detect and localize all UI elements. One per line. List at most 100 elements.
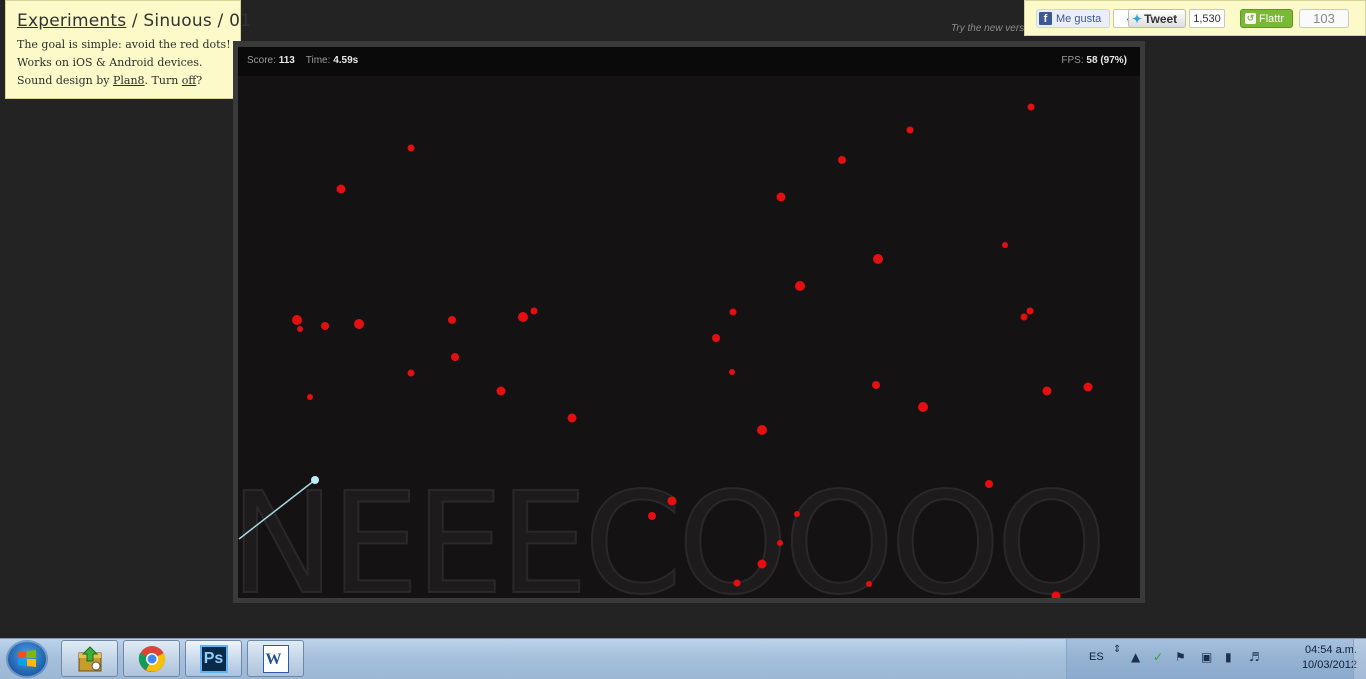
clock-time: 04:54 a.m. <box>1305 644 1357 656</box>
language-indicator[interactable]: ES <box>1089 651 1104 663</box>
clock-date: 10/03/2012 <box>1301 659 1357 671</box>
game-canvas[interactable]: NEEECOOOO Score: 113 Time: 4.59s FPS: 58… <box>238 47 1140 598</box>
facebook-like-button[interactable]: f Me gusta <box>1036 9 1110 28</box>
language-bar-icon[interactable]: ⇕ <box>1113 644 1121 655</box>
red-dot <box>873 254 883 264</box>
taskbar-chrome[interactable] <box>123 640 180 677</box>
goal-text: The goal is simple: avoid the red dots! <box>17 38 231 51</box>
system-tray: ES ⇕ ▲ ✓ ⚑ ▣ ▮ ♬ 04:54 a.m. 10/03/2012 <box>1066 639 1366 679</box>
tweet-label: Tweet <box>1144 11 1178 26</box>
score-label: Score: <box>247 55 276 66</box>
facebook-icon: f <box>1039 12 1052 25</box>
flattr-count: 103 <box>1299 9 1349 28</box>
clock[interactable]: 04:54 a.m. 10/03/2012 <box>1267 643 1357 673</box>
battery-icon[interactable]: ▮ <box>1225 650 1232 664</box>
devices-text: Works on iOS & Android devices. <box>17 56 203 69</box>
chrome-icon <box>138 645 165 672</box>
red-dot <box>451 353 459 361</box>
network-app-icon[interactable]: ✓ <box>1153 650 1163 664</box>
red-dot <box>1026 307 1034 315</box>
red-dot <box>321 322 329 330</box>
fps-value: 58 (97%) <box>1086 55 1127 66</box>
word-icon: W <box>262 644 289 673</box>
time-label: Time: <box>305 55 331 66</box>
social-bar: f Me gusta 40 ✦ Tweet 1,530 ↺ Flattr 103 <box>1024 0 1366 36</box>
player-dot[interactable] <box>311 476 319 484</box>
score-time-display: Score: 113 Time: 4.59s <box>247 55 358 66</box>
red-dot <box>1002 242 1008 248</box>
red-dot <box>729 369 735 375</box>
photoshop-icon: Ps <box>199 644 228 673</box>
time-value: 4.59s <box>333 55 359 66</box>
red-dot <box>733 579 741 587</box>
word-icon-letter: W <box>265 650 282 668</box>
red-dot <box>794 511 800 517</box>
red-dot <box>518 312 528 322</box>
start-button[interactable] <box>6 640 48 678</box>
red-dot <box>297 326 303 332</box>
tweet-count: 1,530 <box>1189 9 1225 28</box>
sound-credit-prefix: Sound design by <box>17 74 113 87</box>
experiments-link[interactable]: Experiments <box>17 11 126 31</box>
red-dot <box>496 386 506 396</box>
red-dot <box>838 156 846 164</box>
experiment-name: Sinuous <box>143 11 212 31</box>
red-dot <box>776 192 786 202</box>
taskbar-word[interactable]: W <box>247 640 304 677</box>
taskbar-archive-app[interactable] <box>61 640 118 677</box>
red-dot <box>757 425 767 435</box>
red-dot <box>1020 313 1028 321</box>
red-dot <box>1051 591 1061 598</box>
red-dot <box>667 496 677 506</box>
red-dot <box>1083 382 1093 392</box>
plan8-link[interactable]: Plan8 <box>113 74 145 87</box>
red-dot <box>354 319 364 329</box>
show-desktop-button[interactable] <box>1353 639 1366 679</box>
red-dot <box>757 559 767 569</box>
volume-icon[interactable]: ♬ <box>1249 650 1260 664</box>
show-hidden-icons-icon[interactable]: ▲ <box>1131 650 1140 664</box>
red-dot <box>777 540 783 546</box>
sound-credit-mid: . Turn <box>144 74 182 87</box>
flattr-button[interactable]: ↺ Flattr <box>1240 9 1293 28</box>
score-value: 113 <box>278 55 295 66</box>
flattr-label: Flattr <box>1259 12 1285 25</box>
red-dot <box>872 381 880 389</box>
red-dot <box>1042 386 1052 396</box>
red-dot <box>567 413 577 423</box>
red-dot <box>795 281 805 291</box>
windows-taskbar: Ps W ES ⇕ ▲ ✓ ⚑ ▣ ▮ ♬ 04:54 a.m. 10/03/2… <box>0 638 1366 679</box>
game-hud: Score: 113 Time: 4.59s FPS: 58 (97%) <box>238 47 1140 76</box>
flattr-icon: ↺ <box>1245 13 1256 24</box>
title-separator: / <box>211 11 230 31</box>
red-dot <box>906 126 914 134</box>
game-frame: NEEECOOOO Score: 113 Time: 4.59s FPS: 58… <box>233 41 1145 603</box>
red-dot <box>307 394 313 400</box>
archive-icon <box>78 645 101 671</box>
red-dot <box>407 369 415 377</box>
action-center-flag-icon[interactable]: ⚑ <box>1175 650 1186 664</box>
sound-credit-suffix: ? <box>196 74 203 87</box>
red-dot <box>530 307 538 315</box>
sound-credit: Sound design by Plan8. Turn off? <box>17 72 230 90</box>
red-dot <box>292 315 302 325</box>
red-dot <box>648 512 656 520</box>
windows-logo-icon <box>18 650 36 667</box>
tweet-button[interactable]: ✦ Tweet <box>1128 9 1186 28</box>
twitter-bird-icon: ✦ <box>1132 11 1143 26</box>
red-dot <box>712 334 720 342</box>
sound-off-toggle[interactable]: off <box>182 74 196 87</box>
description: The goal is simple: avoid the red dots! … <box>17 36 231 90</box>
experiment-number: 01 <box>229 11 252 31</box>
taskbar-photoshop[interactable]: Ps <box>185 640 242 677</box>
info-panel: Experiments / Sinuous / 01 The goal is s… <box>5 0 251 99</box>
game-field[interactable] <box>238 47 1140 598</box>
red-dot <box>985 480 993 488</box>
red-dot <box>1027 103 1035 111</box>
player-trail <box>238 479 316 540</box>
network-icon[interactable]: ▣ <box>1201 650 1212 664</box>
red-dot <box>918 402 928 412</box>
page-title: Experiments / Sinuous / 01 <box>17 11 251 31</box>
red-dot <box>729 308 737 316</box>
red-dot <box>866 581 872 587</box>
